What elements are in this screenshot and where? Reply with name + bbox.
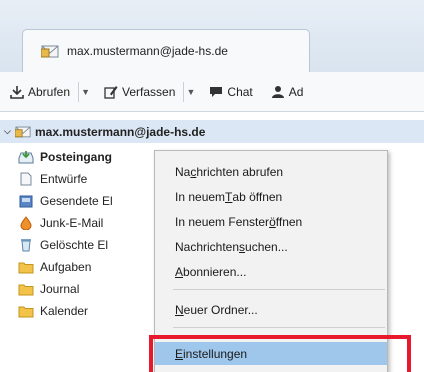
address-book-button[interactable]: Ad [267, 79, 308, 105]
menu-accesskey: E [175, 346, 184, 361]
write-label: Verfassen [122, 84, 176, 99]
menu-separator [173, 327, 385, 328]
tab-label: max.mustermann@jade-hs.de [67, 44, 228, 58]
sent-icon [19, 195, 33, 207]
menu-accesskey: ö [269, 214, 276, 229]
folder-item-gesendete[interactable]: Gesendete El [18, 189, 160, 212]
main-toolbar: Abrufen ▼ Verfassen ▼ Chat Ad [0, 72, 424, 112]
menu-text: ffnen [275, 214, 303, 229]
drafts-icon [20, 172, 32, 185]
folder-icon [18, 284, 34, 295]
menu-item-open-new-tab[interactable]: In neuem Tab öffnen [155, 184, 387, 209]
folder-item-geloeschte[interactable]: Gelöschte El [18, 233, 160, 256]
trash-icon [21, 238, 31, 251]
menu-item-search-messages[interactable]: Nachrichten s uchen... [155, 234, 387, 259]
menu-text: Nachrichten [175, 239, 240, 254]
menu-item-new-folder[interactable]: Neuer Ordner... [155, 297, 387, 322]
folder-label: Gesendete El [40, 193, 113, 208]
menu-accesskey: A [175, 264, 184, 279]
folder-item-entwuerfe[interactable]: Entwürfe [18, 167, 160, 190]
chevron-down-icon: ▼ [81, 86, 90, 97]
chat-button[interactable]: Chat [205, 79, 256, 105]
folder-item-kalender[interactable]: Kalender [18, 299, 160, 322]
chat-label: Chat [227, 84, 253, 99]
menu-text: ab öffnen [232, 189, 283, 204]
download-icon [10, 85, 24, 99]
menu-text: hrichten abrufen [196, 164, 284, 179]
address-book-label: Ad [288, 84, 304, 99]
person-icon [271, 85, 284, 98]
menu-text: euer Ordner... [183, 302, 258, 317]
menu-text: bonnieren... [183, 264, 247, 279]
folder-label: Junk-E-Mail [40, 215, 104, 230]
menu-text: uchen... [245, 239, 288, 254]
chevron-down-icon[interactable]: ⌵ [4, 126, 14, 137]
menu-text: instellungen [183, 346, 248, 361]
chevron-down-icon: ▼ [186, 86, 196, 97]
chat-icon [210, 86, 223, 97]
menu-item-open-new-window[interactable]: In neuem Fenster ö ffnen [155, 209, 387, 234]
pencil-icon [104, 85, 118, 99]
get-messages-button[interactable]: Abrufen [6, 79, 74, 105]
folder-label: Entwürfe [40, 171, 88, 186]
folder-item-journal[interactable]: Journal [18, 277, 160, 300]
get-messages-dropdown[interactable]: ▼ [78, 81, 92, 102]
mail-account-icon [41, 45, 59, 58]
folder-icon [18, 262, 34, 273]
folder-item-posteingang[interactable]: Posteingang [18, 145, 160, 168]
write-button[interactable]: Verfassen [100, 79, 179, 105]
folder-label: Journal [40, 281, 80, 296]
menu-item-subscribe[interactable]: Abonnieren... [155, 259, 387, 284]
menu-text: In neuem [175, 189, 226, 204]
folder-label: Aufgaben [40, 259, 92, 274]
tab-account[interactable]: max.mustermann@jade-hs.de [22, 29, 310, 72]
folder-item-aufgaben[interactable]: Aufgaben [18, 255, 160, 278]
folder-icon [18, 306, 34, 317]
tab-strip: max.mustermann@jade-hs.de [0, 0, 424, 72]
folder-item-junk[interactable]: Junk-E-Mail [18, 211, 160, 234]
menu-separator [173, 289, 385, 290]
menu-text: Na [175, 164, 191, 179]
junk-icon [20, 215, 32, 230]
thunderbird-window: max.mustermann@jade-hs.de Abrufen ▼ Verf… [0, 0, 424, 372]
folder-label: Gelöschte El [40, 237, 109, 252]
menu-text: In neuem Fenster [175, 214, 270, 229]
account-label: max.mustermann@jade-hs.de [35, 124, 206, 139]
menu-accesskey: N [175, 302, 184, 317]
folder-context-menu: Na c hrichten abrufen In neuem Tab öffnen … [154, 150, 388, 372]
write-dropdown[interactable]: ▼ [183, 81, 197, 102]
account-row[interactable]: ⌵ max.mustermann@jade-hs.de [0, 120, 424, 143]
inbox-icon [18, 150, 34, 163]
mail-account-icon [15, 126, 31, 138]
folder-label: Posteingang [40, 149, 113, 164]
menu-item-get-messages[interactable]: Na c hrichten abrufen [155, 159, 387, 184]
menu-accesskey: T [225, 189, 233, 204]
folder-label: Kalender [40, 303, 89, 318]
menu-item-settings[interactable]: Einstellungen [155, 342, 387, 365]
get-messages-label: Abrufen [28, 84, 71, 99]
